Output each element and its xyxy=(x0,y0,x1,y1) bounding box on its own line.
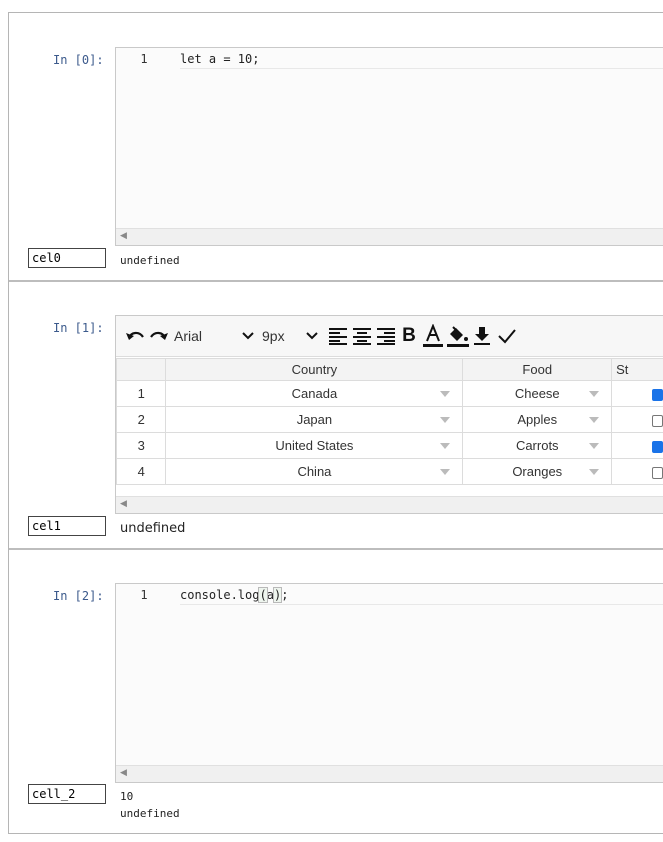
column-header-stock[interactable]: St xyxy=(611,358,663,381)
stock-cell[interactable] xyxy=(611,406,663,433)
code-text[interactable]: let a = 10; xyxy=(180,52,663,69)
row-number[interactable]: 4 xyxy=(115,458,167,485)
check-icon[interactable] xyxy=(496,324,518,348)
food-cell[interactable]: Apples xyxy=(462,406,613,433)
matched-paren: ( xyxy=(258,587,268,603)
cell-prompt: In [1]: xyxy=(53,321,104,335)
download-icon[interactable] xyxy=(472,324,492,348)
dropdown-arrow-icon[interactable] xyxy=(589,417,600,423)
spreadsheet-widget: Arial 9px B Country Food St 1 Canada Che… xyxy=(115,315,663,514)
stock-checkbox[interactable] xyxy=(652,440,663,453)
cell-name-input[interactable] xyxy=(28,784,106,804)
dropdown-arrow-icon[interactable] xyxy=(589,391,600,397)
spreadsheet-cell-1: In [1]: Arial 9px B Country Food St 1 Ca… xyxy=(9,280,663,550)
code-text[interactable]: console.log(a); xyxy=(180,587,663,605)
align-right-icon[interactable] xyxy=(375,324,397,348)
scroll-left-icon[interactable]: ◀ xyxy=(120,231,127,241)
dropdown-arrow-icon[interactable] xyxy=(440,443,451,449)
cell-name-input[interactable] xyxy=(28,516,106,536)
cell-output: undefined xyxy=(120,254,180,267)
row-number[interactable]: 2 xyxy=(115,406,167,433)
stock-cell[interactable] xyxy=(611,380,663,407)
stock-cell[interactable] xyxy=(611,432,663,459)
notebook: In [0]: 1 let a = 10; ◀ undefined In [1]… xyxy=(8,12,663,834)
undo-icon[interactable] xyxy=(124,324,146,348)
font-select[interactable]: Arial xyxy=(174,324,254,348)
table-row: 4 China Oranges xyxy=(115,458,663,485)
dropdown-arrow-icon[interactable] xyxy=(589,469,600,475)
column-header-food[interactable]: Food xyxy=(462,358,613,381)
line-number: 1 xyxy=(140,588,148,602)
code-editor[interactable]: 1 let a = 10; ◀ xyxy=(115,47,663,246)
country-cell[interactable]: United States xyxy=(165,432,464,459)
line-number: 1 xyxy=(140,52,148,66)
dropdown-arrow-icon[interactable] xyxy=(440,469,451,475)
text-color-icon[interactable] xyxy=(422,324,444,348)
redo-icon[interactable] xyxy=(148,324,170,348)
horizontal-scrollbar[interactable]: ◀ xyxy=(116,765,663,782)
font-select-value: Arial xyxy=(174,328,203,344)
header-row: Country Food St xyxy=(115,358,663,381)
row-number[interactable]: 1 xyxy=(115,380,167,407)
stock-checkbox[interactable] xyxy=(652,388,663,401)
food-cell[interactable]: Oranges xyxy=(462,458,613,485)
code-line[interactable]: 1 let a = 10; xyxy=(116,50,663,69)
stock-checkbox[interactable] xyxy=(652,466,663,479)
table-row: 3 United States Carrots xyxy=(115,432,663,459)
table-row: 1 Canada Cheese xyxy=(115,380,663,407)
fill-color-icon[interactable] xyxy=(446,324,470,348)
table-row: 2 Japan Apples xyxy=(115,406,663,433)
stock-cell[interactable] xyxy=(611,458,663,485)
scroll-left-icon[interactable]: ◀ xyxy=(120,499,127,509)
horizontal-scrollbar[interactable]: ◀ xyxy=(116,228,663,245)
country-cell[interactable]: China xyxy=(165,458,464,485)
horizontal-scrollbar[interactable]: ◀ xyxy=(116,496,663,513)
chevron-down-icon xyxy=(306,332,318,340)
chevron-down-icon xyxy=(242,332,254,340)
bold-icon[interactable]: B xyxy=(400,324,418,348)
stock-checkbox[interactable] xyxy=(652,414,663,427)
country-cell[interactable]: Canada xyxy=(165,380,464,407)
dropdown-arrow-icon[interactable] xyxy=(440,417,451,423)
cell-output: undefined xyxy=(120,521,186,536)
code-cell-2: In [2]: 1 console.log(a); ◀ 10 undefined xyxy=(9,548,663,833)
code-cell-0: In [0]: 1 let a = 10; ◀ undefined xyxy=(9,13,663,282)
font-size-select[interactable]: 9px xyxy=(262,324,318,348)
spreadsheet-grid: Country Food St 1 Canada Cheese 2 Japan … xyxy=(115,358,663,485)
code-line[interactable]: 1 console.log(a); xyxy=(116,586,663,605)
dropdown-arrow-icon[interactable] xyxy=(589,443,600,449)
dropdown-arrow-icon[interactable] xyxy=(440,391,451,397)
align-center-icon[interactable] xyxy=(351,324,373,348)
row-number[interactable]: 3 xyxy=(115,432,167,459)
country-cell[interactable]: Japan xyxy=(165,406,464,433)
cell-output: 10 undefined xyxy=(120,790,180,820)
cell-prompt: In [2]: xyxy=(53,589,104,603)
code-editor[interactable]: 1 console.log(a); ◀ xyxy=(115,583,663,783)
food-cell[interactable]: Carrots xyxy=(462,432,613,459)
align-left-icon[interactable] xyxy=(327,324,349,348)
scroll-left-icon[interactable]: ◀ xyxy=(120,768,127,778)
font-size-value: 9px xyxy=(262,328,285,344)
column-header-country[interactable]: Country xyxy=(165,358,464,381)
cell-prompt: In [0]: xyxy=(53,53,104,67)
cell-name-input[interactable] xyxy=(28,248,106,268)
spreadsheet-toolbar: Arial 9px B xyxy=(116,316,663,357)
corner-header[interactable] xyxy=(115,358,167,381)
food-cell[interactable]: Cheese xyxy=(462,380,613,407)
